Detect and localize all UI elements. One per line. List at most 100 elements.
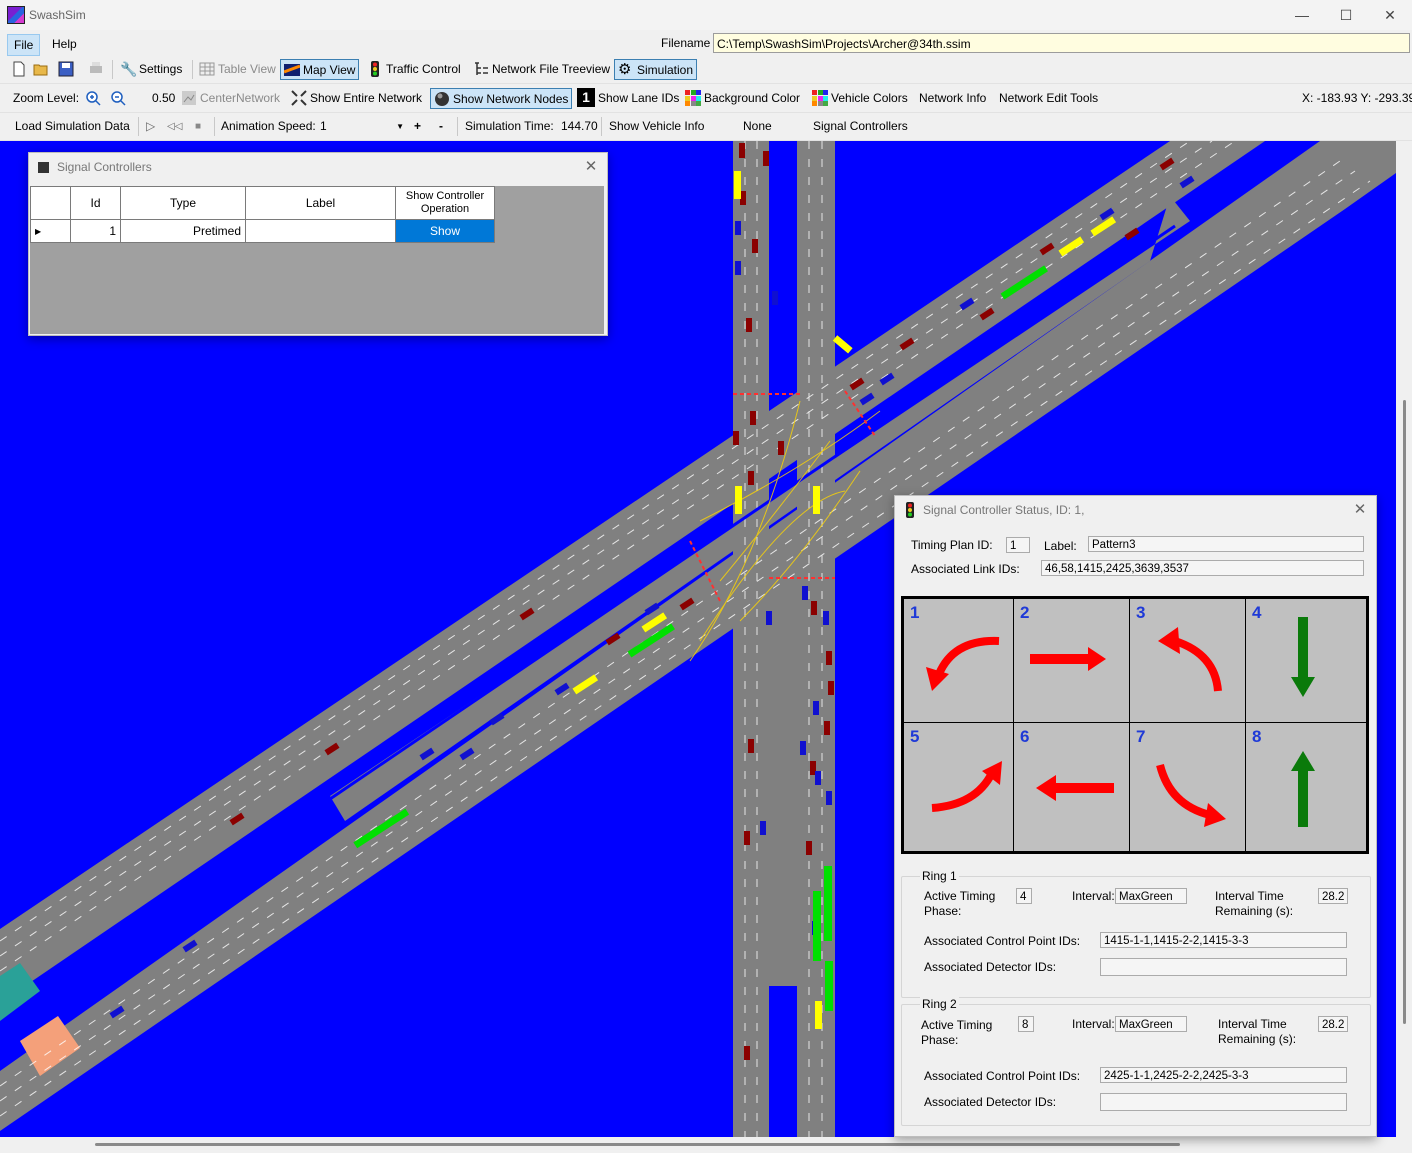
ring-1-control-points-label: Associated Control Point IDs: [924,934,1081,948]
map-view-button[interactable]: Map View [280,59,360,80]
signal-controllers-title: Signal Controllers [57,160,152,174]
ring-2-control-points-field: 2425-1-1,2425-2-2,2425-3-3 [1100,1067,1347,1083]
close-icon[interactable]: ✕ [1350,500,1370,520]
network-file-treeview-button[interactable]: Network File Treeview [473,59,610,80]
label-label: Label: [1044,539,1077,553]
controllers-grid: Id Type Label Show Controller Operation … [30,186,604,334]
phase-diagram: 1 2 3 4 5 6 7 8 [901,596,1369,854]
ring-2-control-points-label: Associated Control Point IDs: [924,1069,1081,1083]
menu-file[interactable]: File [7,34,41,56]
vehicle-colors-button[interactable]: Vehicle Colors [812,88,908,109]
cell-label[interactable] [245,219,396,243]
show-network-nodes-button[interactable]: Show Network Nodes [430,88,573,109]
up-arrow-icon [1291,751,1315,827]
speed-decrease-button[interactable]: - [439,116,443,137]
column-header-label[interactable]: Label [245,186,396,220]
vertical-scroll-thumb[interactable] [1403,400,1406,1024]
play-icon[interactable]: ▷ [146,116,155,137]
close-button[interactable]: ✕ [1370,4,1410,26]
menu-help[interactable]: Help [46,34,83,54]
phase-number: 2 [1020,603,1030,622]
new-file-icon[interactable] [11,59,30,80]
app-logo-icon [7,6,25,24]
signal-status-panel: Signal Controller Status, ID: 1, ✕ Timin… [894,495,1377,1137]
ring-2-active-phase-field: 8 [1018,1016,1034,1032]
phase-number: 5 [910,727,920,746]
show-lane-ids-button[interactable]: 1 Show Lane IDs [577,88,679,109]
phase-cell-3: 3 [1129,598,1247,724]
filename-field[interactable]: C:\Temp\SwashSim\Projects\Archer@34th.ss… [713,33,1410,53]
center-network-button[interactable]: CenterNetwork [181,88,280,109]
table-view-button[interactable]: Table View [199,59,276,80]
ring-2-group: Ring 2 Active Timing Phase: 8 Interval: … [901,997,1371,1126]
simulation-time-label: Simulation Time: [465,119,554,133]
animation-speed-select[interactable]: 1 ▼ [320,116,406,137]
cell-type[interactable]: Pretimed [120,219,246,243]
ring-1-interval-label: Interval: [1072,889,1115,903]
signal-controllers-button[interactable]: Signal Controllers [813,116,908,137]
phase-number: 4 [1252,603,1262,622]
left-turn-arrow-icon [926,636,1000,691]
simulation-toolbar: Load Simulation Data ▷ ◁◁ ■ Animation Sp… [0,113,1412,141]
ring-1-interval-field: MaxGreen [1115,888,1187,904]
maximize-button[interactable]: ☐ [1326,4,1366,26]
speed-increase-button[interactable]: + [414,116,421,137]
table-row[interactable]: ▶ 1 Pretimed Show [30,219,495,243]
color-palette-icon [685,89,701,106]
ring-2-detectors-label: Associated Detector IDs: [924,1095,1057,1109]
open-folder-icon[interactable] [33,59,52,80]
ring-2-title: Ring 2 [920,997,959,1011]
timing-plan-label: Timing Plan ID: [911,538,993,552]
column-header-id[interactable]: Id [70,186,121,220]
network-info-button[interactable]: Network Info [919,88,986,109]
show-vehicle-info-button[interactable]: Show Vehicle Info [609,116,704,137]
load-simulation-data-button[interactable]: Load Simulation Data [15,116,130,137]
stop-icon[interactable]: ■ [195,116,201,137]
show-controller-button[interactable]: Show [395,219,495,243]
phase-cell-6: 6 [1013,722,1131,852]
ring-1-active-phase-label: Active Timing Phase: [924,889,996,918]
simulation-button[interactable]: ⚙ Simulation [614,59,698,80]
row-selector-icon[interactable]: ▶ [30,219,71,243]
minimize-button[interactable]: — [1282,4,1322,26]
phase-cell-4: 4 [1245,598,1367,724]
timing-plan-field: 1 [1006,537,1030,553]
animation-speed-label: Animation Speed: [221,119,316,133]
column-header-show-operation[interactable]: Show Controller Operation [395,186,495,220]
table-icon [199,62,215,76]
show-entire-network-button[interactable]: Show Entire Network [291,88,422,109]
close-icon[interactable]: ✕ [581,157,601,177]
treeview-icon [475,62,488,75]
left-arrow-icon [1036,775,1114,801]
cell-id[interactable]: 1 [70,219,121,243]
zoom-level-value: 0.50 [152,91,176,105]
ring-1-active-phase-field: 4 [1016,888,1032,904]
map-toolbar: Zoom Level: 0.50 CenterNetwork Show Enti… [0,85,1412,113]
print-icon[interactable] [88,59,107,80]
zoom-in-icon[interactable] [85,88,104,109]
save-icon[interactable] [58,59,77,80]
right-turn-arrow-icon [1156,763,1226,827]
ring-2-interval-field: MaxGreen [1115,1016,1187,1032]
traffic-control-button[interactable]: Traffic Control [367,59,461,80]
map-icon [284,63,300,76]
settings-button[interactable]: 🔧 Settings [120,59,182,80]
title-bar: SwashSim — ☐ ✕ [0,0,1412,30]
column-header-type[interactable]: Type [120,186,246,220]
signal-controllers-panel: Signal Controllers ✕ Id Type Label Show … [28,152,608,336]
left-turn-arrow-icon [931,761,1002,812]
main-toolbar: 🔧 Settings Table View Map View Traffic Co… [0,56,1412,84]
zoom-out-icon[interactable] [110,88,129,109]
phase-number: 1 [910,603,920,622]
background-color-button[interactable]: Background Color [685,88,800,109]
rewind-icon[interactable]: ◁◁ [167,116,182,137]
network-edit-tools-button[interactable]: Network Edit Tools [999,88,1098,109]
down-arrow-icon [1291,617,1315,697]
horizontal-scroll-thumb[interactable] [95,1143,1180,1146]
left-turn-arrow-icon [1158,627,1222,692]
phase-number: 6 [1020,727,1030,746]
ring-2-active-phase-label: Active Timing Phase: [921,1018,993,1047]
filename-label: Filename [661,36,711,50]
associated-links-field: 46,58,1415,2425,3639,3537 [1041,560,1364,576]
phase-cell-5: 5 [903,722,1015,852]
